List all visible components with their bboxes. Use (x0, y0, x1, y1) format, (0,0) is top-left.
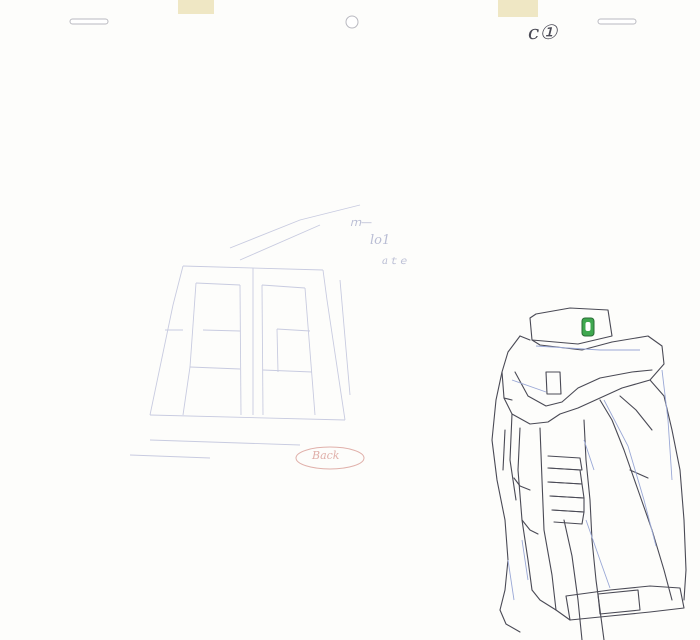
peg-hole-center (345, 15, 359, 29)
cut-number-label: c① (528, 20, 558, 44)
animation-cel-sheet: c① ｍ— lo1 aｔｅ Back (0, 0, 700, 640)
character-torso-drawing (491, 307, 687, 640)
drawing-canvas (69, 0, 687, 640)
peg-slot-left (69, 18, 109, 25)
tape-strip-right (498, 0, 538, 17)
background-note-top: ｍ— (350, 216, 372, 229)
background-layout-sketch (129, 204, 361, 459)
tape-strip-left (178, 0, 214, 14)
collar-badge (581, 317, 595, 337)
blue-shadow-lines (507, 345, 673, 601)
background-note-low: aｔｅ (382, 256, 408, 267)
circled-background-note: Back (312, 449, 340, 462)
background-note-mid: lo1 (370, 233, 391, 248)
peg-slot-right (597, 18, 637, 25)
